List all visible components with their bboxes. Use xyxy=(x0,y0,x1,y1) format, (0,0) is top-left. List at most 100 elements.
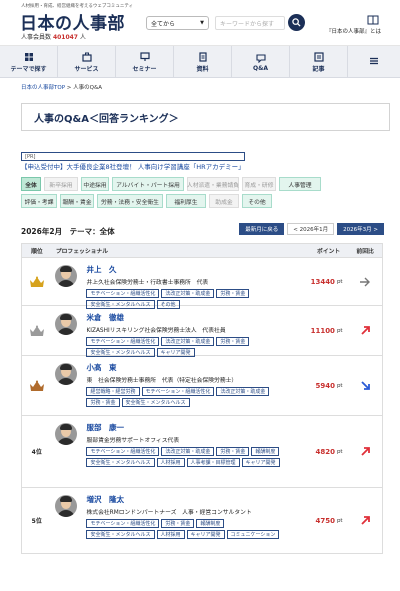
filter-button[interactable]: アルバイト・パート採用 xyxy=(112,177,184,191)
specialty-tag[interactable]: 報酬制度 xyxy=(196,519,225,528)
silver-crown-icon xyxy=(29,325,44,336)
member-count-number: 401047 xyxy=(52,34,78,41)
specialty-tag[interactable]: モチベーション・組織活性化 xyxy=(86,447,160,456)
specialty-tag[interactable]: 法改正対策・助成金 xyxy=(216,387,270,396)
specialty-tag[interactable]: コミュニケーション xyxy=(226,530,280,539)
specialty-tag[interactable]: モチベーション・組織活性化 xyxy=(86,519,160,528)
professional-name[interactable]: 服部 康一 xyxy=(86,422,291,433)
specialty-tag[interactable]: 人材採用 xyxy=(156,530,185,539)
professional-cell: 服部 康一 服部賃金労務サポートオフィス代表 モチベーション・組織活性化 法改正対策・… xyxy=(51,416,291,487)
nav-theme[interactable]: テーマで探す xyxy=(0,46,58,78)
specialty-tag[interactable]: 人材採用 xyxy=(156,458,185,467)
professional-org: 井上久社会保険労務士・行政書士事務所 代表 xyxy=(86,280,209,286)
specialty-tag[interactable]: 法改正対策・助成金 xyxy=(161,289,215,298)
site-logo[interactable]: 日本の人事部 xyxy=(20,9,125,34)
points-cell: 4750 pt xyxy=(291,488,348,553)
avatar[interactable] xyxy=(55,495,78,517)
avatar[interactable] xyxy=(55,265,78,287)
professional-cell: 小髙 東東 社会保険労務士事務所 代表（特定社会保険労務士） 経営戦略・経営労務モ… xyxy=(51,356,291,415)
filter-button[interactable]: その他 xyxy=(242,194,272,208)
search-input[interactable]: キーワードから探す xyxy=(215,16,285,30)
specialty-tag[interactable]: 法改正対策・助成金 xyxy=(161,337,215,346)
specialty-tag[interactable]: 経営戦略・経営労務 xyxy=(86,387,140,396)
main-nav: テーマで探す サービス セミナー 資料 Q&A 記事 xyxy=(0,46,400,78)
specialty-tag[interactable]: 労務・賃金 xyxy=(216,337,250,346)
nav-menu[interactable] xyxy=(348,46,400,78)
breadcrumb-home[interactable]: 日本の人事部TOP xyxy=(21,85,65,91)
specialty-tag[interactable]: 労務・賃金 xyxy=(86,398,120,407)
specialty-tag[interactable]: 安全衛生・メンタルヘルス xyxy=(86,530,155,539)
avatar[interactable] xyxy=(55,423,78,445)
points-cell: 13440 pt xyxy=(291,258,348,305)
filter-button[interactable]: 人事管理 xyxy=(279,177,321,191)
specialty-tag[interactable]: 報酬制度 xyxy=(251,447,280,456)
avatar[interactable] xyxy=(55,313,78,335)
search-button[interactable] xyxy=(288,14,305,31)
filter-button[interactable]: 助成金 xyxy=(209,194,239,208)
specialty-tag[interactable]: 安全衛生・メンタルヘルス xyxy=(121,398,190,407)
filter-button[interactable]: 新卒採用 xyxy=(44,177,78,191)
theme-filters: 全体 新卒採用 中途採用 アルバイト・パート採用 人材派遣・業務請負 育成・研修 人事管理 … xyxy=(21,177,386,211)
rank-cell: 5位 xyxy=(31,518,42,525)
nav-seminar[interactable]: セミナー xyxy=(116,46,174,78)
filter-button[interactable]: 福利厚生 xyxy=(166,194,206,208)
points-unit: pt xyxy=(336,448,343,455)
nav-qa[interactable]: Q&A xyxy=(232,46,290,78)
specialty-tag[interactable]: 労務・賃金 xyxy=(161,519,195,528)
professional-name[interactable]: 小髙 東 xyxy=(86,362,291,373)
pr-tag: [PR] xyxy=(21,152,245,161)
category-select[interactable]: 全てから ▼ xyxy=(146,16,209,30)
specialty-tag[interactable]: キャリア開発 xyxy=(186,530,225,539)
specialty-tags: モチベーション・組織活性化 労務・賃金 報酬制度安全衛生・メンタルヘルス 人材採用 キャ… xyxy=(86,519,291,539)
filter-button[interactable]: 労務・法務・安全衛生 xyxy=(97,194,163,208)
avatar[interactable] xyxy=(55,363,78,385)
pr-banner: [PR] 【申込受付中】大手優良企業8社登壇！ 人事向け学習講座「HRアカデミー… xyxy=(21,152,245,171)
specialty-tag[interactable]: 労務・賃金 xyxy=(216,289,250,298)
filter-button[interactable]: 中途採用 xyxy=(81,177,109,191)
specialty-tag[interactable]: キャリア開発 xyxy=(241,458,280,467)
period-label: 2026年2月 テーマ：全体 xyxy=(21,227,115,236)
points-cell: 5940 pt xyxy=(291,356,348,415)
filter-button[interactable]: 評価・考課 xyxy=(21,194,57,208)
nav-service[interactable]: サービス xyxy=(58,46,116,78)
rank-cell xyxy=(22,258,51,305)
specialty-tag[interactable]: 人事考課・目標管理 xyxy=(186,458,240,467)
filter-button[interactable]: 報酬・賃金 xyxy=(60,194,94,208)
points-unit: pt xyxy=(336,278,343,285)
table-row[interactable]: 井上 久井上久社会保険労務士・行政書士事務所 代表 モチベーション・組織活性化 法改… xyxy=(21,258,383,309)
filter-button[interactable]: 人材派遣・業務請負 xyxy=(187,177,239,191)
nav-article[interactable]: 記事 xyxy=(290,46,348,78)
filter-button[interactable]: 全体 xyxy=(21,177,41,191)
table-row[interactable]: 米倉 徹雄 KIZASHIリスキリング社会保険労務士法人 代表社員 モチベーション・… xyxy=(21,306,383,357)
points-value: 13440 xyxy=(310,277,335,286)
latest-month-button[interactable]: 最新月に戻る xyxy=(239,223,285,235)
rank-cell xyxy=(22,306,51,355)
search-icon xyxy=(292,18,301,27)
nav-document[interactable]: 資料 xyxy=(174,46,232,78)
prev-month-button[interactable]: < 2026年1月 xyxy=(287,223,335,235)
professional-org: KIZASHIリスキリング社会保険労務士法人 代表社員 xyxy=(86,328,226,334)
filter-button[interactable]: 育成・研修 xyxy=(242,177,276,191)
professional-name[interactable]: 増沢 隆太 xyxy=(86,494,291,505)
specialty-tag[interactable]: 労務・賃金 xyxy=(216,447,250,456)
arrow-up-icon xyxy=(361,516,370,525)
specialty-tag[interactable]: 法改正対策・助成金 xyxy=(161,447,215,456)
professional-name[interactable]: 米倉 徹雄 xyxy=(86,312,291,323)
chevron-down-icon: ▼ xyxy=(200,20,204,26)
specialty-tag[interactable]: モチベーション・組織活性化 xyxy=(86,289,160,298)
professional-cell: 井上 久井上久社会保険労務士・行政書士事務所 代表 モチベーション・組織活性化 法改… xyxy=(51,258,291,309)
next-month-button[interactable]: 2026年3月 > xyxy=(337,223,384,235)
table-row[interactable]: 5位 増沢 隆太 株式会社RMロンドンパートナーズ 人事・経営コンサルタント モチベー… xyxy=(21,488,383,554)
specialty-tag[interactable]: 安全衛生・メンタルヘルス xyxy=(86,458,155,467)
pr-link[interactable]: 【申込受付中】大手優良企業8社登壇！ 人事向け学習講座「HRアカデミー」 xyxy=(21,163,245,171)
table-row[interactable]: 小髙 東東 社会保険労務士事務所 代表（特定社会保険労務士） 経営戦略・経営労務モ… xyxy=(21,356,383,416)
specialty-tag[interactable]: モチベーション・組織活性化 xyxy=(86,337,160,346)
points-value: 4750 xyxy=(315,516,335,525)
header-professional: プロフェッショナル xyxy=(55,249,109,255)
about-link[interactable]: 『日本の人事部』とは xyxy=(326,27,381,35)
header-prev: 前回比 xyxy=(356,249,374,255)
table-row[interactable]: 4位 服部 康一 服部賃金労務サポートオフィス代表 モチベーション・組織活性化 法改正対… xyxy=(21,416,383,488)
professional-name[interactable]: 井上 久 xyxy=(86,264,291,275)
specialty-tag[interactable]: モチベーション・組織活性化 xyxy=(141,387,215,396)
filter-row: 全体 新卒採用 中途採用 アルバイト・パート採用 人材派遣・業務請負 育成・研修 人事管理 xyxy=(21,177,386,191)
